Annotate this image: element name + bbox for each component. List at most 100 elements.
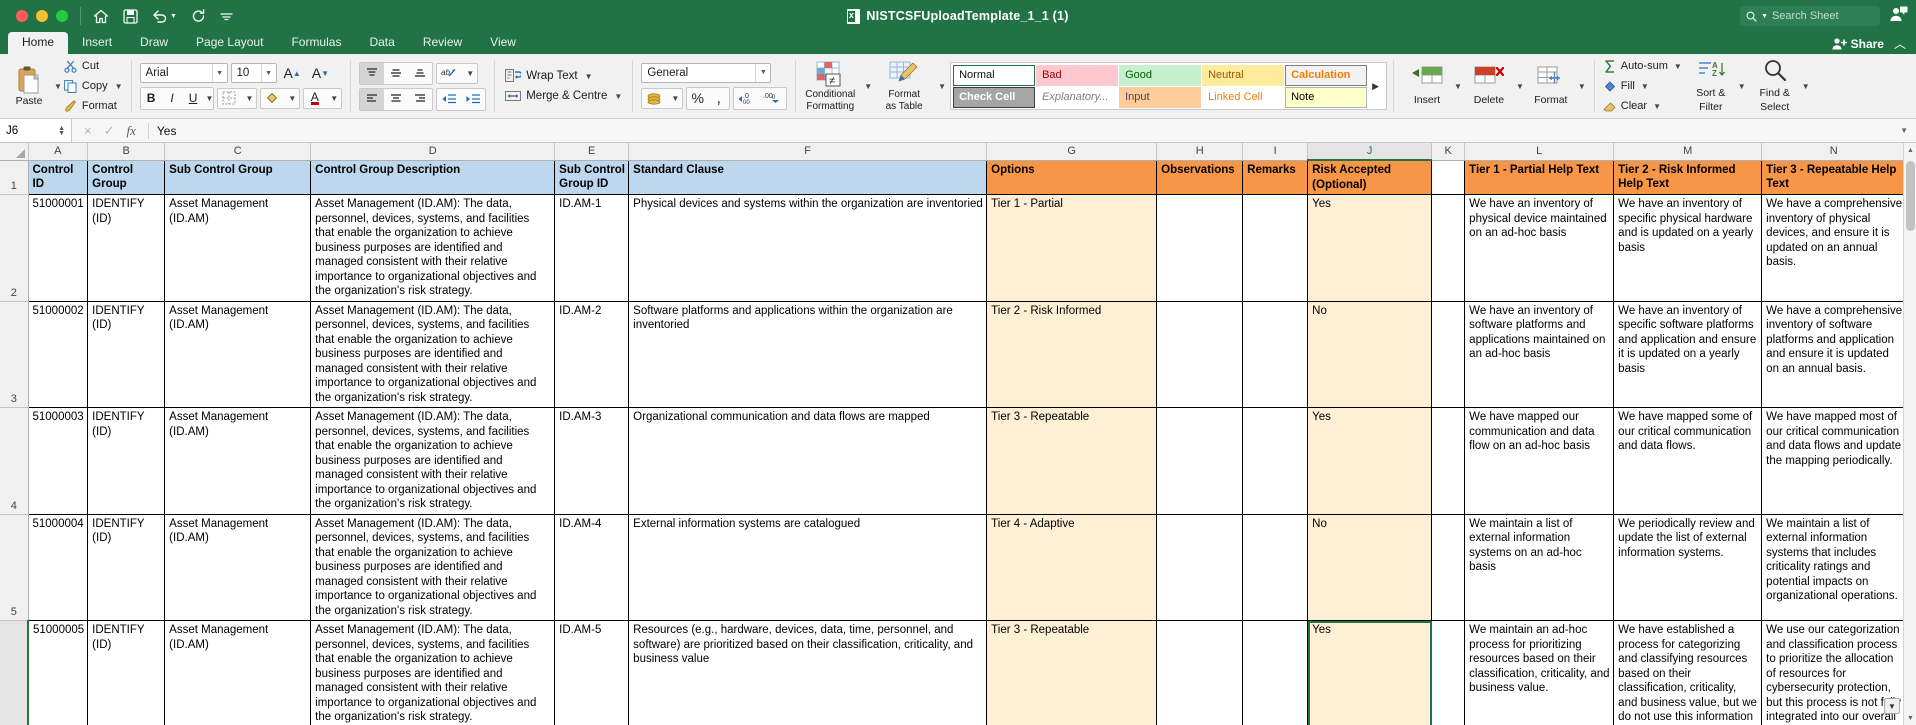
cell-a1[interactable]: Control ID (27, 160, 89, 195)
format-cells-chevron-down-icon[interactable]: ▼ (1578, 82, 1586, 91)
undo-icon[interactable]: ▼ (152, 9, 177, 23)
align-center-button[interactable] (384, 89, 408, 110)
cell-m2[interactable]: We have an inventory of specific physica… (1613, 194, 1763, 302)
comma-style-button[interactable]: , (708, 88, 729, 109)
align-right-button[interactable] (408, 89, 432, 110)
cell-g5[interactable]: Tier 4 - Adaptive (986, 514, 1158, 621)
cell-m5[interactable]: We periodically review and update the li… (1613, 514, 1763, 621)
insert-cells-button[interactable]: Insert (1402, 66, 1452, 106)
cell-b5[interactable]: IDENTIFY (ID) (87, 514, 166, 621)
column-header-i[interactable]: I (1242, 143, 1309, 161)
cell-g3[interactable]: Tier 2 - Risk Informed (986, 301, 1158, 408)
cell-j4[interactable]: Yes (1307, 407, 1433, 515)
vertical-scrollbar-thumb[interactable] (1906, 161, 1915, 231)
row-header-3[interactable]: 3 (0, 301, 29, 408)
merge-centre-button[interactable]: Merge & Centre ▼ (505, 89, 622, 103)
conditional-formatting-button[interactable]: ≠ Conditional Formatting (802, 61, 858, 112)
currency-icon[interactable] (642, 88, 666, 109)
cell-a5[interactable]: 51000004 (27, 514, 89, 621)
orientation-button[interactable]: ab ▼ (436, 62, 479, 84)
cell-c6[interactable]: Asset Management (ID.AM) (164, 620, 312, 725)
cell-b4[interactable]: IDENTIFY (ID) (87, 407, 166, 515)
text-orientation-icon[interactable]: ab (437, 63, 461, 84)
find-select-chevron-down-icon[interactable]: ▼ (1802, 82, 1810, 91)
cell-h1[interactable]: Observations (1156, 160, 1244, 195)
cell-i1[interactable]: Remarks (1242, 160, 1309, 195)
cell-j3[interactable]: No (1307, 301, 1433, 408)
cell-j1[interactable]: Risk Accepted (Optional) (1307, 160, 1433, 195)
format-painter-button[interactable]: Format (64, 97, 123, 115)
redo-icon[interactable] (191, 8, 206, 24)
cell-c1[interactable]: Sub Control Group (164, 160, 312, 195)
decrease-font-size-button[interactable]: A ▼ (308, 63, 333, 84)
cell-b3[interactable]: IDENTIFY (ID) (87, 301, 166, 408)
clear-chevron-down-icon[interactable]: ▼ (1653, 102, 1661, 111)
cell-c5[interactable]: Asset Management (ID.AM) (164, 514, 312, 621)
cell-i4[interactable] (1242, 407, 1309, 515)
format-as-table-button[interactable]: Format as Table (876, 61, 932, 112)
cell-f1[interactable]: Standard Clause (628, 160, 988, 195)
cell-e1[interactable]: Sub Control Group ID (554, 160, 630, 195)
column-header-k[interactable]: K (1431, 143, 1466, 161)
row-header-6[interactable]: 6 (0, 620, 29, 725)
cell-style-explanatory[interactable]: Explanatory... (1036, 86, 1119, 108)
collapse-ribbon-icon[interactable]: ︿ (1894, 35, 1906, 52)
cell-l6[interactable]: We maintain an ad-hoc process for priori… (1464, 620, 1615, 725)
cell-d1[interactable]: Control Group Description (310, 160, 556, 195)
cell-n3[interactable]: We have a comprehensive inventory of sof… (1761, 301, 1907, 408)
tab-draw[interactable]: Draw (126, 32, 182, 54)
cell-j6[interactable]: Yes (1307, 620, 1433, 725)
tab-review[interactable]: Review (409, 32, 476, 54)
borders-icon[interactable] (218, 88, 240, 109)
fill-button[interactable]: Fill ▼ (1603, 78, 1682, 95)
cancel-formula-icon[interactable]: × (84, 123, 92, 138)
number-format-select[interactable]: General ▼ (641, 62, 772, 83)
delete-chevron-down-icon[interactable]: ▼ (1516, 82, 1524, 91)
cell-d4[interactable]: Asset Management (ID.AM): The data, pers… (310, 407, 556, 515)
increase-decimal-button[interactable]: .0 00 (734, 88, 760, 109)
find-select-button[interactable]: Find & Select (1750, 59, 1800, 113)
sort-filter-chevron-down-icon[interactable]: ▼ (1738, 82, 1746, 91)
insert-function-icon[interactable]: fx (127, 123, 136, 139)
font-color-button[interactable]: A ▼ (303, 87, 343, 109)
name-box-spinner-icon[interactable]: ▲ ▼ (58, 125, 65, 137)
customize-quick-access-icon[interactable] (220, 11, 233, 22)
cell-m3[interactable]: We have an inventory of specific softwar… (1613, 301, 1763, 408)
cell-e5[interactable]: ID.AM-4 (554, 514, 630, 621)
decrease-decimal-button[interactable]: .00 0 (760, 88, 786, 109)
delete-cells-button[interactable]: Delete (1464, 66, 1514, 106)
fill-chevron-down-icon[interactable]: ▼ (1641, 82, 1649, 91)
row-header-2[interactable]: 2 (0, 194, 29, 302)
cell-c3[interactable]: Asset Management (ID.AM) (164, 301, 312, 408)
cell-n1[interactable]: Tier 3 - Repeatable Help Text (1761, 160, 1907, 195)
cell-h5[interactable] (1156, 514, 1244, 621)
wrap-text-button[interactable]: Wrap Text ▼ (505, 69, 622, 83)
tab-view[interactable]: View (476, 32, 530, 54)
font-size-select[interactable]: 10 ▼ (230, 63, 277, 83)
copy-chevron-down-icon[interactable]: ▼ (115, 82, 123, 91)
chevron-down-icon[interactable]: ▼ (170, 13, 177, 20)
cell-k1[interactable] (1431, 160, 1466, 195)
column-header-c[interactable]: C (164, 143, 312, 161)
cell-l5[interactable]: We maintain a list of external informati… (1464, 514, 1615, 621)
cell-a3[interactable]: 51000002 (27, 301, 89, 408)
number-format-chevron-down-icon[interactable]: ▼ (755, 63, 770, 82)
cell-f5[interactable]: External information systems are catalog… (628, 514, 988, 621)
cell-k2[interactable] (1431, 194, 1466, 302)
cell-i2[interactable] (1242, 194, 1309, 302)
cell-j5[interactable]: No (1307, 514, 1433, 621)
cell-style-check-cell[interactable]: Check Cell (953, 86, 1036, 108)
format-cells-button[interactable]: Format (1526, 66, 1576, 106)
column-header-j[interactable]: J (1307, 143, 1433, 161)
cell-k6[interactable] (1431, 620, 1466, 725)
column-header-n[interactable]: N (1761, 143, 1907, 161)
tab-page-layout[interactable]: Page Layout (182, 32, 277, 54)
font-size-chevron-down-icon[interactable]: ▼ (260, 64, 276, 82)
minimize-window-button[interactable] (36, 10, 48, 22)
cell-m4[interactable]: We have mapped some of our critical comm… (1613, 407, 1763, 515)
cell-d5[interactable]: Asset Management (ID.AM): The data, pers… (310, 514, 556, 621)
autosum-chevron-down-icon[interactable]: ▼ (1674, 62, 1682, 71)
currency-chevron-down-icon[interactable]: ▼ (668, 94, 682, 103)
cell-m6[interactable]: We have established a process for catego… (1613, 620, 1763, 725)
column-header-g[interactable]: G (986, 143, 1158, 161)
